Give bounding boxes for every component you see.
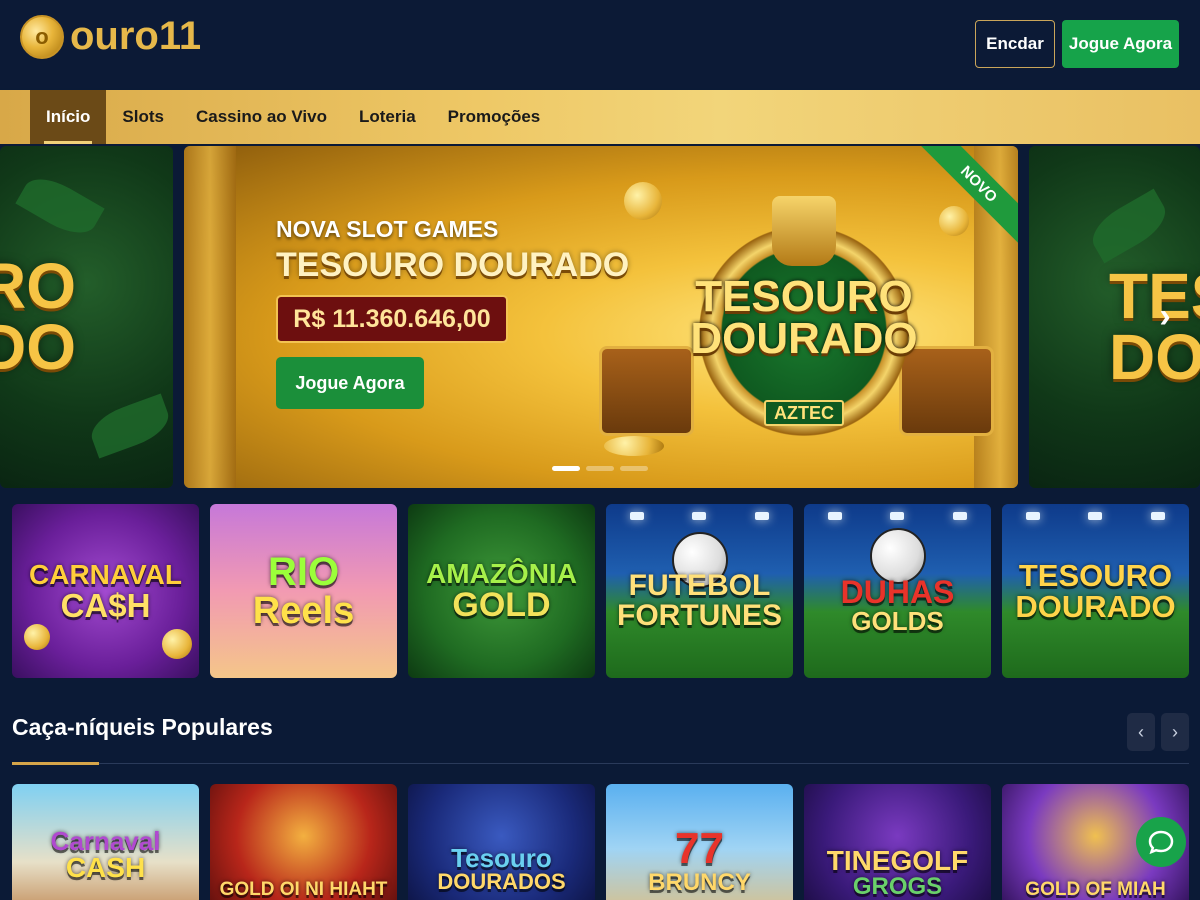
- game-title: GOLD OI NI HIAHT: [219, 878, 388, 900]
- carousel-dot[interactable]: [586, 466, 614, 471]
- game-title: 77 BRUNCY: [648, 824, 751, 896]
- leaf-decoration: [85, 393, 173, 459]
- side-slide-title: RO DO: [0, 250, 76, 383]
- play-now-button[interactable]: Jogue Agora: [1062, 20, 1179, 68]
- nav-item-cassino-ao-vivo[interactable]: Cassino ao Vivo: [180, 90, 343, 144]
- hero-subtitle: NOVA SLOT GAMES: [276, 216, 499, 242]
- hero-play-button[interactable]: Jogue Agora: [276, 357, 424, 409]
- nav-item-promocoes[interactable]: Promoções: [432, 90, 557, 144]
- leaf-decoration: [15, 168, 105, 244]
- new-ribbon-label: NOVO: [918, 146, 1018, 246]
- coin-decoration: [24, 624, 50, 650]
- stadium-lights: [606, 512, 793, 520]
- game-tile-duhas-golds[interactable]: DUHAS GOLDS: [804, 504, 991, 678]
- section-prev-button[interactable]: ‹: [1127, 713, 1155, 751]
- coin-decoration: [624, 182, 662, 220]
- emblem-subtitle: AZTEC: [764, 400, 844, 426]
- game-title: TINEGOLF GROGS: [826, 845, 969, 900]
- aztec-mask-icon: [772, 196, 836, 266]
- game-tile-futebol-fortunes[interactable]: FUTEBOL FORTUNES: [606, 504, 793, 678]
- game-tile-carnaval-cash[interactable]: CARNAVAL CA$H: [12, 504, 199, 678]
- main-nav: Início Slots Cassino ao Vivo Loteria Pro…: [0, 90, 1200, 144]
- site-header: o ouro11 Encdar Jogue Agora: [0, 0, 1200, 88]
- nav-item-inicio[interactable]: Início: [30, 90, 107, 144]
- section-next-button[interactable]: ›: [1161, 713, 1189, 751]
- game-title: FUTEBOL FORTUNES: [617, 569, 782, 632]
- game-tile-amazonia-gold[interactable]: AMAZÔNIA GOLD: [408, 504, 595, 678]
- nav-item-slots[interactable]: Slots: [106, 90, 180, 144]
- carousel-dots: [552, 466, 648, 471]
- stadium-lights: [1002, 512, 1189, 520]
- gold-coin-icon: o: [20, 14, 64, 59]
- game-title: TESOURO DOURADO: [1015, 558, 1176, 624]
- section-divider-accent: [12, 762, 99, 765]
- hero-banner[interactable]: NOVA SLOT GAMES TESOURO DOURADO R$ 11.36…: [184, 146, 1018, 488]
- game-tile-bruncy[interactable]: 77 BRUNCY: [606, 784, 793, 900]
- game-title: CARNAVAL CA$H: [29, 558, 182, 624]
- game-title: DUHAS GOLDS: [840, 574, 955, 636]
- section-divider: [12, 763, 1189, 764]
- carousel-dot[interactable]: [620, 466, 648, 471]
- emblem-title: TESOURO DOURADO: [690, 272, 918, 363]
- section-title: Caça-níqueis Populares: [12, 714, 273, 740]
- game-tile-rio-reels[interactable]: RIO Reels: [210, 504, 397, 678]
- carousel-prev-slide[interactable]: RO DO: [0, 146, 173, 488]
- leaf-decoration: [1084, 188, 1174, 264]
- jackpot-amount: R$ 11.360.646,00: [276, 295, 508, 343]
- game-tile-tesouro-dourado[interactable]: TESOURO DOURADO: [1002, 504, 1189, 678]
- game-tile-tesouro-dourados[interactable]: Tesouro DOURADOS: [408, 784, 595, 900]
- game-tile-gold-of-hiaht[interactable]: GOLD OI NI HIAHT: [210, 784, 397, 900]
- carousel-next-arrow[interactable]: ›: [1150, 296, 1180, 336]
- game-title: GOLD OF MIAH: [1025, 878, 1166, 900]
- coin-decoration: [162, 629, 192, 659]
- pillar-decoration: [184, 146, 236, 488]
- logo-text: ouro11: [70, 14, 202, 58]
- game-title: RIO Reels: [252, 550, 355, 632]
- game-title: Tesouro DOURADOS: [437, 843, 566, 894]
- treasure-chest-left: [599, 346, 694, 436]
- game-title: AMAZÔNIA GOLD: [426, 558, 577, 624]
- game-title: Carnaval CASH: [50, 826, 161, 883]
- game-tile-tinegolf-grogs[interactable]: TINEGOLF GROGS: [804, 784, 991, 900]
- game-emblem: TESOURO DOURADO AZTEC: [684, 196, 924, 446]
- carousel-dot[interactable]: [552, 466, 580, 471]
- game-tile-carnaval-cash-popular[interactable]: Carnaval CASH: [12, 784, 199, 900]
- logo[interactable]: o ouro11: [20, 14, 201, 59]
- new-ribbon: NOVO: [918, 146, 1018, 246]
- stadium-lights: [804, 512, 991, 520]
- hero-title: TESOURO DOURADO: [276, 246, 630, 284]
- coin-decoration: [604, 436, 664, 456]
- nav-item-loteria[interactable]: Loteria: [343, 90, 432, 144]
- login-button[interactable]: Encdar: [975, 20, 1055, 68]
- live-chat-button[interactable]: [1136, 817, 1186, 867]
- chat-bubble-icon: [1148, 830, 1174, 855]
